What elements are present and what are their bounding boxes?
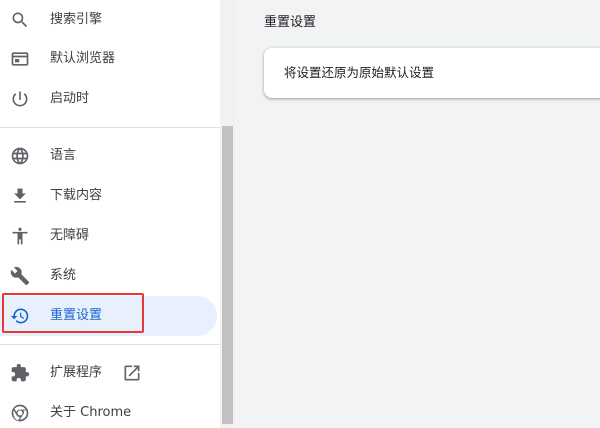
- sidebar-item-label: 系统: [50, 268, 77, 283]
- sidebar-scrollbar-thumb[interactable]: [222, 126, 233, 424]
- sidebar-item-label: 启动时: [50, 91, 90, 106]
- browser-window-icon: [10, 49, 30, 69]
- sidebar-item-search-engine[interactable]: 搜索引擎: [0, 0, 217, 40]
- sidebar-divider: [0, 344, 220, 345]
- sidebar-item-on-startup[interactable]: 启动时: [0, 79, 217, 119]
- sidebar-item-extensions[interactable]: 扩展程序: [0, 353, 217, 393]
- sidebar-item-label: 关于 Chrome: [50, 405, 132, 420]
- sidebar-item-system[interactable]: 系统: [0, 256, 217, 296]
- wrench-icon: [10, 266, 30, 286]
- sidebar-item-label: 重置设置: [50, 308, 103, 323]
- chrome-icon: [10, 403, 30, 423]
- sidebar-item-label: 语言: [50, 148, 77, 163]
- sidebar-divider: [0, 127, 220, 128]
- sidebar-item-reset-settings[interactable]: 重置设置: [0, 296, 217, 336]
- settings-app: 搜索引擎 默认浏览器 启动时 语言 下载内容 无障碍 系统 重置设置 扩展程序 …: [0, 0, 600, 428]
- puzzle-icon: [10, 363, 30, 383]
- search-icon: [10, 10, 30, 30]
- sidebar-item-default-browser[interactable]: 默认浏览器: [0, 39, 217, 79]
- restore-icon: [10, 306, 30, 326]
- restore-defaults-row[interactable]: 将设置还原为原始默认设置: [284, 48, 434, 98]
- open-in-new-icon: [122, 363, 142, 383]
- accessibility-icon: [10, 226, 30, 246]
- sidebar-item-label: 扩展程序: [50, 365, 103, 380]
- sidebar-item-languages[interactable]: 语言: [0, 136, 217, 176]
- sidebar-item-downloads[interactable]: 下载内容: [0, 176, 217, 216]
- sidebar-item-accessibility[interactable]: 无障碍: [0, 216, 217, 256]
- reset-settings-card: 将设置还原为原始默认设置: [264, 48, 600, 98]
- sidebar-item-label: 默认浏览器: [50, 51, 116, 66]
- sidebar-item-label: 无障碍: [50, 228, 90, 243]
- settings-sidebar: 搜索引擎 默认浏览器 启动时 语言 下载内容 无障碍 系统 重置设置 扩展程序 …: [0, 0, 220, 428]
- download-icon: [10, 186, 30, 206]
- sidebar-item-label: 下载内容: [50, 188, 103, 203]
- page-title: 重置设置: [264, 15, 317, 30]
- globe-icon: [10, 146, 30, 166]
- sidebar-item-label: 搜索引擎: [50, 12, 103, 27]
- settings-main-panel: 重置设置 将设置还原为原始默认设置: [235, 0, 600, 428]
- sidebar-item-about-chrome[interactable]: 关于 Chrome: [0, 393, 217, 428]
- power-icon: [10, 89, 30, 109]
